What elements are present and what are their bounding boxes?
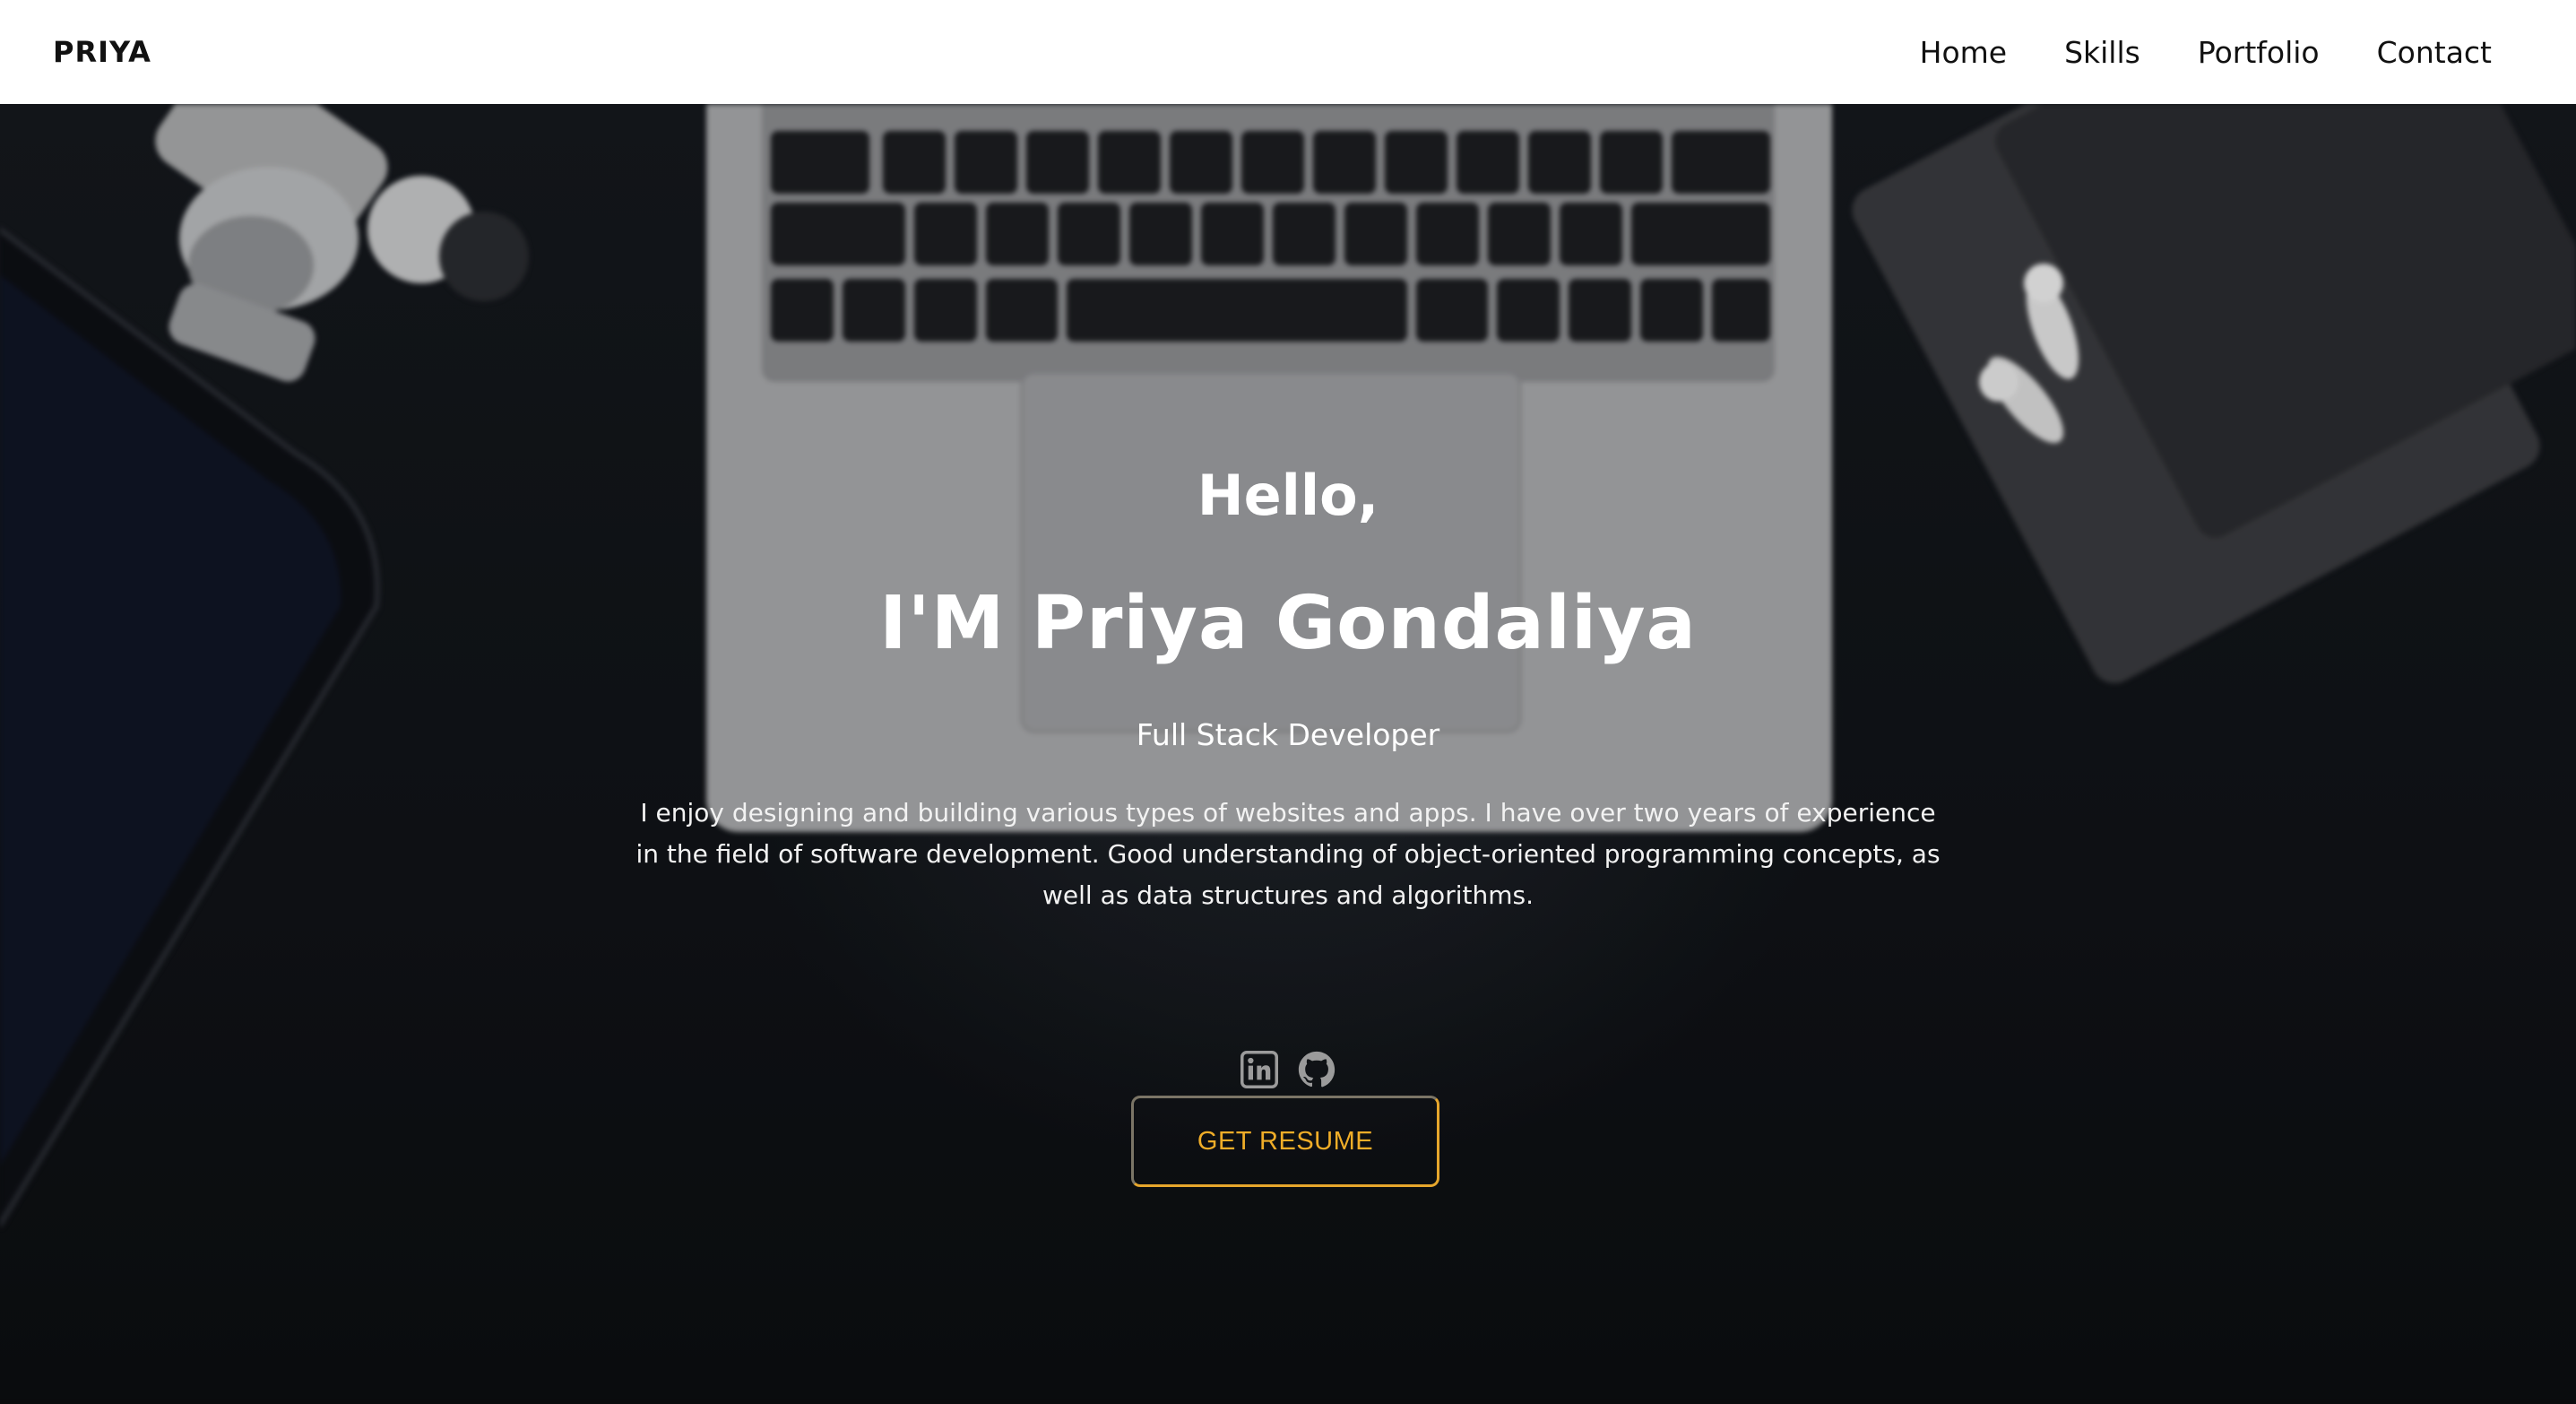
hero-content: Hello, I'M Priya Gondaliya Full Stack De… <box>0 104 2576 1404</box>
nav-link-home[interactable]: Home <box>1920 35 2007 70</box>
hero-description: I enjoy designing and building various t… <box>635 798 1941 910</box>
hero-name: I'M Priya Gondaliya <box>879 581 1697 666</box>
nav-links: Home Skills Portfolio Contact <box>1920 35 2492 70</box>
hero-section: Hello, I'M Priya Gondaliya Full Stack De… <box>0 104 2576 1404</box>
brand-logo[interactable]: PRIYA <box>53 35 151 69</box>
nav-link-skills[interactable]: Skills <box>2064 35 2140 70</box>
linkedin-icon[interactable] <box>1240 1051 1278 1088</box>
hero-bottom-edge <box>0 1399 2576 1404</box>
hero-role: Full Stack Developer <box>1136 717 1440 752</box>
top-navbar: PRIYA Home Skills Portfolio Contact <box>0 0 2576 104</box>
github-icon[interactable] <box>1298 1051 1336 1088</box>
nav-link-portfolio[interactable]: Portfolio <box>2198 35 2320 70</box>
hero-greeting: Hello, <box>1197 463 1379 528</box>
social-links <box>0 1051 2576 1088</box>
get-resume-button[interactable]: GET RESUME <box>1131 1096 1439 1187</box>
nav-link-contact[interactable]: Contact <box>2377 35 2492 70</box>
